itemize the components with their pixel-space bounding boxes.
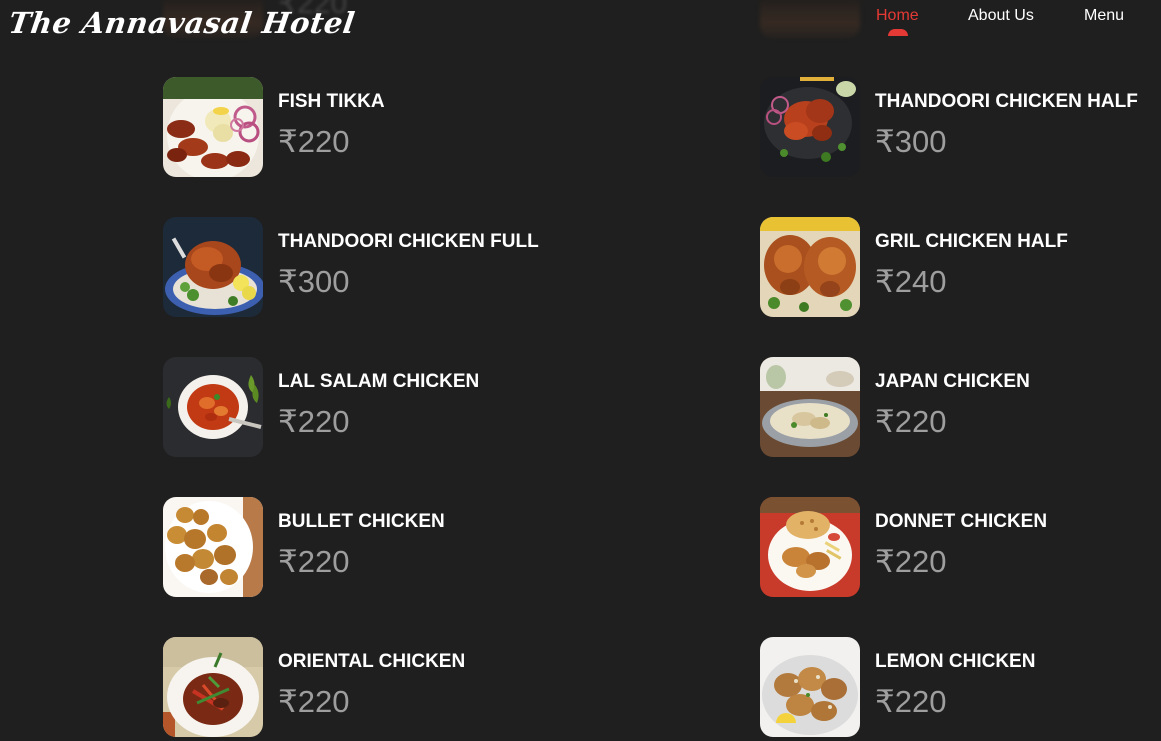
item-name: THANDOORI CHICKEN HALF — [875, 91, 1138, 112]
item-price: ₹240 — [875, 264, 947, 299]
item-price: ₹220 — [278, 124, 350, 159]
item-name: ORIENTAL CHICKEN — [278, 651, 466, 672]
menu-item[interactable]: FISH TIKKA ₹220 — [163, 77, 643, 177]
nav-about-link[interactable]: About Us — [968, 7, 1034, 25]
active-nav-indicator — [888, 29, 908, 36]
menu-item[interactable]: ORIENTAL CHICKEN ₹220 — [163, 637, 643, 737]
item-name: THANDOORI CHICKEN FULL — [278, 231, 539, 252]
fish-tikka-image — [163, 77, 263, 177]
donnet-chicken-image — [760, 497, 860, 597]
item-price: ₹300 — [278, 264, 350, 299]
nav-menu-link[interactable]: Menu — [1084, 7, 1124, 25]
item-name: LEMON CHICKEN — [875, 651, 1036, 672]
partial-food-image — [760, 0, 860, 38]
gril-chicken-half-image — [760, 217, 860, 317]
item-price: ₹220 — [875, 404, 947, 439]
menu-item[interactable]: THANDOORI CHICKEN HALF ₹300 — [760, 77, 1160, 177]
nav-home-link[interactable]: Home — [876, 7, 919, 25]
menu-item[interactable]: THANDOORI CHICKEN FULL ₹300 — [163, 217, 643, 317]
thandoori-chicken-half-image — [760, 77, 860, 177]
lemon-chicken-image — [760, 637, 860, 737]
item-name: JAPAN CHICKEN — [875, 371, 1030, 392]
page: ₹220 The Annavasal Hotel Home About Us M… — [0, 0, 1161, 741]
item-name: BULLET CHICKEN — [278, 511, 445, 532]
item-price: ₹220 — [278, 684, 350, 719]
item-name: FISH TIKKA — [278, 91, 385, 112]
lal-salam-chicken-image — [163, 357, 263, 457]
item-price: ₹220 — [278, 404, 350, 439]
oriental-chicken-image — [163, 637, 263, 737]
top-nav: Home About Us Menu — [860, 7, 1161, 41]
menu-item[interactable]: LEMON CHICKEN ₹220 — [760, 637, 1160, 737]
japan-chicken-image — [760, 357, 860, 457]
menu-item[interactable]: JAPAN CHICKEN ₹220 — [760, 357, 1160, 457]
menu-item[interactable]: DONNET CHICKEN ₹220 — [760, 497, 1160, 597]
item-name: GRIL CHICKEN HALF — [875, 231, 1068, 252]
item-name: LAL SALAM CHICKEN — [278, 371, 480, 392]
item-name: DONNET CHICKEN — [875, 511, 1048, 532]
menu-item[interactable]: LAL SALAM CHICKEN ₹220 — [163, 357, 643, 457]
item-price: ₹220 — [875, 684, 947, 719]
item-price: ₹220 — [278, 544, 350, 579]
menu-item[interactable]: GRIL CHICKEN HALF ₹240 — [760, 217, 1160, 317]
bullet-chicken-image — [163, 497, 263, 597]
item-price: ₹220 — [875, 544, 947, 579]
brand-logo-text[interactable]: The Annavasal Hotel — [7, 6, 357, 40]
thandoori-chicken-full-image — [163, 217, 263, 317]
menu-item[interactable]: BULLET CHICKEN ₹220 — [163, 497, 643, 597]
item-price: ₹300 — [875, 124, 947, 159]
